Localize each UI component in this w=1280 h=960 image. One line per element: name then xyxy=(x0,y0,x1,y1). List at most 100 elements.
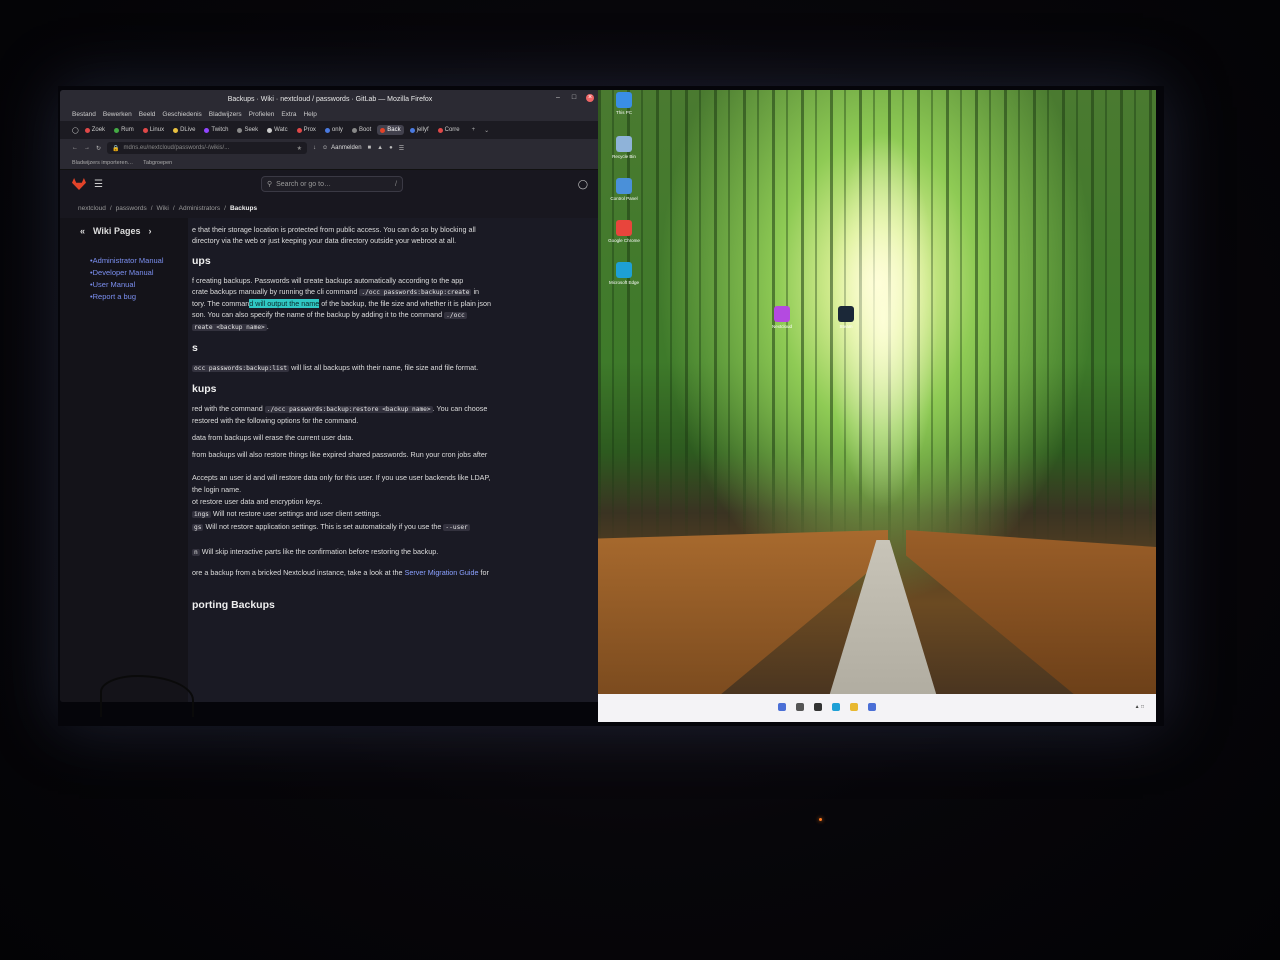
menu-item-profielen[interactable]: Profielen xyxy=(249,111,275,118)
tab-6[interactable]: Watc xyxy=(264,125,290,135)
extension-icon[interactable]: ■ xyxy=(368,145,372,151)
tab-favicon-icon xyxy=(267,127,273,133)
breadcrumb-backups: Backups xyxy=(229,204,258,212)
lock-icon: 🔒 xyxy=(112,145,120,152)
forward-icon[interactable]: → xyxy=(84,145,90,151)
tab-7[interactable]: Prox xyxy=(294,125,319,135)
server-migration-guide-link[interactable]: Server Migration Guide xyxy=(405,568,479,577)
code-backup-create: ./occ passwords:backup:create xyxy=(359,289,472,296)
desktop-icon-label: Recycle Bin xyxy=(612,154,636,159)
tab-5[interactable]: Seek xyxy=(234,125,261,135)
breadcrumb-nextcloud[interactable]: nextcloud xyxy=(78,205,106,212)
download-icon[interactable]: ↓ xyxy=(313,145,316,151)
task-view-icon[interactable] xyxy=(814,703,822,711)
text: . xyxy=(266,322,269,331)
signin-button[interactable]: ☺ Aanmelden xyxy=(322,145,362,151)
text: ot restore user data and encryption keys… xyxy=(192,497,323,506)
code-occ: ./occ xyxy=(444,312,467,319)
desktop-icon[interactable]: This PC xyxy=(606,92,642,115)
desktop-icon[interactable]: Recycle Bin xyxy=(606,136,642,159)
help-icon[interactable]: ◯ xyxy=(578,179,588,190)
gitlab-logo-icon[interactable] xyxy=(72,178,86,190)
tab-overview-icon[interactable]: ◯ xyxy=(72,127,79,134)
menu-item-beeld[interactable]: Beeld xyxy=(139,111,156,118)
maximize-icon[interactable]: □ xyxy=(570,94,578,102)
code-option: ings xyxy=(192,511,211,518)
hamburger-menu-icon[interactable]: ☰ xyxy=(94,179,103,190)
desktop-icon[interactable]: Google Chrome xyxy=(606,220,642,243)
bricked-paragraph: ore a backup from a bricked Nextcloud in… xyxy=(192,567,590,578)
tab-3[interactable]: DLive xyxy=(170,125,198,135)
window-titlebar[interactable]: Backups · Wiki · nextcloud / passwords ·… xyxy=(60,90,600,108)
tab-label: Rum xyxy=(121,127,134,133)
search-icon[interactable] xyxy=(796,703,804,711)
menu-item-extra[interactable]: Extra xyxy=(281,111,296,118)
search-input[interactable]: ⚲ Search or go to… / xyxy=(260,176,403,192)
minimize-icon[interactable]: – xyxy=(554,94,562,102)
tab-favicon-icon xyxy=(380,127,386,133)
edge-icon[interactable] xyxy=(832,703,840,711)
creating-paragraph: f creating backups. Passwords will creat… xyxy=(192,275,590,333)
tab-label: Back xyxy=(387,127,401,133)
tab-4[interactable]: Twitch xyxy=(201,125,231,135)
tab-label: Prox xyxy=(303,127,316,133)
bookmark-import[interactable]: Bladwijzers importeren… xyxy=(72,160,133,166)
app-icon xyxy=(616,262,632,278)
restore-options: Accepts an user id and will restore data… xyxy=(192,472,590,559)
tab-8[interactable]: only xyxy=(322,125,346,135)
menu-item-geschiedenis[interactable]: Geschiedenis xyxy=(162,111,201,118)
extension-icon[interactable]: ● xyxy=(389,145,393,151)
bookmark-star-icon[interactable]: ★ xyxy=(297,145,302,152)
bookmark-tabgroups[interactable]: Tabgroepen xyxy=(143,160,172,166)
taskbar: ▲ □ xyxy=(598,694,1156,722)
tab-12[interactable]: Corre xyxy=(435,125,463,135)
explorer-icon[interactable] xyxy=(850,703,858,711)
menu-item-help[interactable]: Help xyxy=(303,111,316,118)
navigation-toolbar: ← → ↻ 🔒 mdns.eu/nextcloud/passwords/-/wi… xyxy=(60,139,600,157)
chevron-right-icon[interactable]: › xyxy=(148,226,151,236)
tab-11[interactable]: jellyf xyxy=(407,125,432,135)
collapse-icon[interactable]: « xyxy=(80,226,85,236)
tab-favicon-icon xyxy=(237,127,243,133)
close-icon[interactable]: × xyxy=(586,94,594,102)
tab-9[interactable]: Boot xyxy=(349,125,374,135)
tab-list-icon[interactable]: ⌄ xyxy=(484,127,489,134)
url-bar[interactable]: 🔒 mdns.eu/nextcloud/passwords/-/wikis/..… xyxy=(107,142,308,154)
store-icon[interactable] xyxy=(868,703,876,711)
breadcrumb-wiki[interactable]: Wiki xyxy=(157,205,169,212)
menu-item-bewerken[interactable]: Bewerken xyxy=(103,111,132,118)
desktop-icon[interactable]: Nextcloud xyxy=(764,306,800,329)
sidebar-item-report-bug[interactable]: Report a bug xyxy=(90,292,188,301)
text: tory. The comman xyxy=(192,299,250,308)
text: crate backups manually by running the cl… xyxy=(192,287,358,296)
desktop-icon[interactable]: Control Panel xyxy=(606,178,642,201)
tab-2[interactable]: Linux xyxy=(140,125,167,135)
text: e that their storage location is protect… xyxy=(192,225,476,234)
account-icon: ☺ xyxy=(322,145,329,151)
menu-item-bestand[interactable]: Bestand xyxy=(72,111,96,118)
sidebar-item-developer-manual[interactable]: Developer Manual xyxy=(90,268,188,277)
desktop-icon[interactable]: Steam xyxy=(828,306,864,329)
tab-1[interactable]: Rum xyxy=(111,125,137,135)
desktop-icon[interactable]: Microsoft Edge xyxy=(606,262,642,285)
menu-item-bladwijzers[interactable]: Bladwijzers xyxy=(209,111,242,118)
tab-0[interactable]: Zoek xyxy=(82,125,108,135)
text: Will not restore user settings and user … xyxy=(212,509,382,518)
breadcrumb-passwords[interactable]: passwords xyxy=(116,205,147,212)
back-icon[interactable]: ← xyxy=(72,145,78,151)
wiki-pages-title[interactable]: Wiki Pages xyxy=(93,226,140,236)
sidebar-item-administrator-manual[interactable]: Administrator Manual xyxy=(90,256,188,265)
breadcrumb-administrators[interactable]: Administrators xyxy=(179,205,221,212)
tab-label: only xyxy=(331,127,343,133)
system-tray[interactable]: ▲ □ xyxy=(1135,704,1144,710)
extension-icon[interactable]: ▲ xyxy=(377,145,383,151)
new-tab-icon[interactable]: + xyxy=(472,127,476,133)
tab-10[interactable]: Back xyxy=(377,125,404,135)
sidebar-item-user-manual[interactable]: User Manual xyxy=(90,280,188,289)
text: Accepts an user id and will restore data… xyxy=(192,473,491,482)
text: restored with the following options for … xyxy=(192,416,359,425)
app-menu-icon[interactable]: ☰ xyxy=(399,145,404,152)
desktop-icon-label: Microsoft Edge xyxy=(608,280,639,285)
start-icon[interactable] xyxy=(778,703,786,711)
reload-icon[interactable]: ↻ xyxy=(96,145,101,152)
